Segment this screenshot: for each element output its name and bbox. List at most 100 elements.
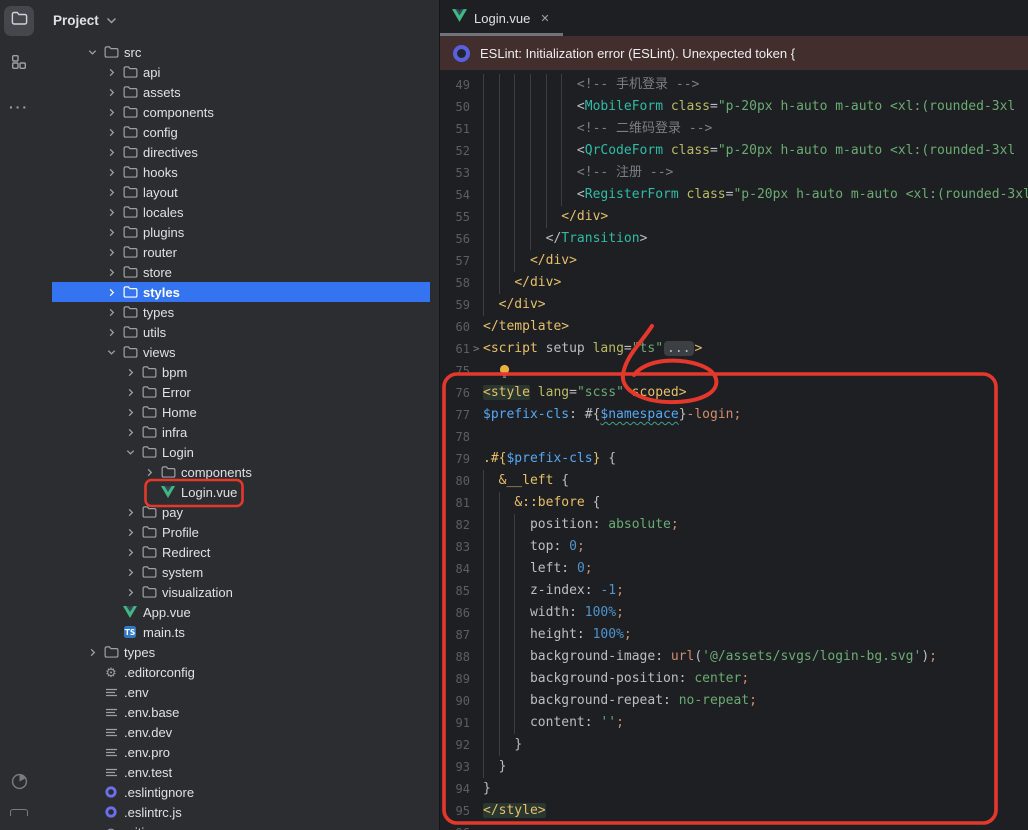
tree-item-components[interactable]: components	[38, 462, 439, 482]
tree-item-types[interactable]: types	[38, 642, 439, 662]
chevron-right-icon[interactable]	[103, 147, 120, 158]
chevron-right-icon[interactable]	[103, 247, 120, 258]
chevron-right-icon[interactable]	[141, 467, 158, 478]
chevron-right-icon[interactable]	[103, 327, 120, 338]
line-number[interactable]: 78	[440, 426, 470, 448]
tree-item-.env.base[interactable]: .env.base	[38, 702, 439, 722]
chevron-right-icon[interactable]	[103, 267, 120, 278]
partial-tool-icon[interactable]	[10, 809, 28, 816]
profiler-pie-button[interactable]	[4, 769, 34, 799]
tree-item-redirect[interactable]: Redirect	[38, 542, 439, 562]
code-line-56[interactable]: 56 </Transition>	[440, 228, 1028, 250]
chevron-down-icon[interactable]	[122, 447, 139, 458]
structure-tool-button[interactable]	[4, 49, 34, 79]
chevron-right-icon[interactable]	[103, 87, 120, 98]
code-line-49[interactable]: 49 <!-- 手机登录 -->	[440, 74, 1028, 96]
project-tool-button[interactable]	[4, 6, 34, 36]
code-line-54[interactable]: 54 <RegisterForm class="p-20px h-auto m-…	[440, 184, 1028, 206]
code-line-92[interactable]: 92 }	[440, 734, 1028, 756]
code-area[interactable]: 49 <!-- 手机登录 -->50 <MobileForm class="p-…	[440, 70, 1028, 830]
tree-item-.env.dev[interactable]: .env.dev	[38, 722, 439, 742]
tree-item-locales[interactable]: locales	[38, 202, 439, 222]
chevron-right-icon[interactable]	[103, 127, 120, 138]
code-line-52[interactable]: 52 <QrCodeForm class="p-20px h-auto m-au…	[440, 140, 1028, 162]
tree-item-.env[interactable]: .env	[38, 682, 439, 702]
tree-item-bpm[interactable]: bpm	[38, 362, 439, 382]
chevron-right-icon[interactable]	[122, 587, 139, 598]
code-line-78[interactable]: 78	[440, 426, 1028, 448]
tree-item-login.vue[interactable]: Login.vue	[38, 482, 439, 502]
code-line-82[interactable]: 82 position: absolute;	[440, 514, 1028, 536]
code-line-96[interactable]: 96	[440, 822, 1028, 830]
code-line-61[interactable]: 61><script setup lang="ts"...>	[440, 338, 1028, 360]
code-line-86[interactable]: 86 width: 100%;	[440, 602, 1028, 624]
chevron-right-icon[interactable]	[103, 287, 120, 298]
tree-item-.editorconfig[interactable]: ⚙.editorconfig	[38, 662, 439, 682]
code-line-79[interactable]: 79.#{$prefix-cls} {	[440, 448, 1028, 470]
code-line-57[interactable]: 57 </div>	[440, 250, 1028, 272]
chevron-right-icon[interactable]	[122, 507, 139, 518]
code-line-89[interactable]: 89 background-position: center;	[440, 668, 1028, 690]
code-line-93[interactable]: 93 }	[440, 756, 1028, 778]
tree-item-.eslintrc.js[interactable]: .eslintrc.js	[38, 802, 439, 822]
more-tools-button[interactable]: ···	[4, 92, 34, 122]
chevron-right-icon[interactable]	[84, 647, 101, 658]
tree-item-system[interactable]: system	[38, 562, 439, 582]
tree-item-visualization[interactable]: visualization	[38, 582, 439, 602]
chevron-right-icon[interactable]	[122, 407, 139, 418]
tree-item-.gitignore[interactable]: ⊘.gitignore	[38, 822, 439, 830]
chevron-right-icon[interactable]	[122, 367, 139, 378]
code-line-51[interactable]: 51 <!-- 二维码登录 -->	[440, 118, 1028, 140]
chevron-right-icon[interactable]	[122, 567, 139, 578]
line-number[interactable]: 75	[440, 360, 470, 382]
chevron-right-icon[interactable]	[103, 107, 120, 118]
chevron-right-icon[interactable]	[103, 207, 120, 218]
chevron-right-icon[interactable]	[103, 187, 120, 198]
tree-item-router[interactable]: router	[38, 242, 439, 262]
chevron-right-icon[interactable]	[122, 547, 139, 558]
code-line-53[interactable]: 53 <!-- 注册 -->	[440, 162, 1028, 184]
tree-item-.env.pro[interactable]: .env.pro	[38, 742, 439, 762]
chevron-right-icon[interactable]	[103, 307, 120, 318]
chevron-right-icon[interactable]	[122, 527, 139, 538]
line-number[interactable]: 96	[440, 822, 470, 830]
chevron-right-icon[interactable]	[103, 67, 120, 78]
chevron-right-icon[interactable]	[122, 387, 139, 398]
code-line-95[interactable]: 95</style>	[440, 800, 1028, 822]
project-panel-header[interactable]: Project	[38, 0, 439, 40]
code-line-88[interactable]: 88 background-image: url('@/assets/svgs/…	[440, 646, 1028, 668]
tree-item-assets[interactable]: assets	[38, 82, 439, 102]
tree-item-hooks[interactable]: hooks	[38, 162, 439, 182]
tree-item-directives[interactable]: directives	[38, 142, 439, 162]
code-line-55[interactable]: 55 </div>	[440, 206, 1028, 228]
code-line-80[interactable]: 80 &__left {	[440, 470, 1028, 492]
chevron-right-icon[interactable]	[103, 227, 120, 238]
tree-item-src[interactable]: src	[38, 42, 439, 62]
tree-item-infra[interactable]: infra	[38, 422, 439, 442]
code-line-91[interactable]: 91 content: '';	[440, 712, 1028, 734]
tree-item-main.ts[interactable]: TSmain.ts	[38, 622, 439, 642]
code-line-90[interactable]: 90 background-repeat: no-repeat;	[440, 690, 1028, 712]
tree-item-.eslintignore[interactable]: .eslintignore	[38, 782, 439, 802]
tree-item-api[interactable]: api	[38, 62, 439, 82]
code-line-87[interactable]: 87 height: 100%;	[440, 624, 1028, 646]
tree-item-pay[interactable]: pay	[38, 502, 439, 522]
chevron-down-icon[interactable]	[84, 47, 101, 58]
code-line-83[interactable]: 83 top: 0;	[440, 536, 1028, 558]
tree-item-app.vue[interactable]: App.vue	[38, 602, 439, 622]
tree-item-types[interactable]: types	[38, 302, 439, 322]
tree-item-store[interactable]: store	[38, 262, 439, 282]
code-line-50[interactable]: 50 <MobileForm class="p-20px h-auto m-au…	[440, 96, 1028, 118]
code-line-85[interactable]: 85 z-index: -1;	[440, 580, 1028, 602]
tab-login-vue[interactable]: Login.vue ✕	[440, 0, 563, 36]
tree-item-profile[interactable]: Profile	[38, 522, 439, 542]
code-line-75[interactable]: 75	[440, 360, 1028, 382]
code-line-58[interactable]: 58 </div>	[440, 272, 1028, 294]
code-line-76[interactable]: 76<style lang="scss" scoped>	[440, 382, 1028, 404]
tree-item-styles[interactable]: styles	[38, 282, 439, 302]
tree-item-error[interactable]: Error	[38, 382, 439, 402]
tree-item-login[interactable]: Login	[38, 442, 439, 462]
chevron-down-icon[interactable]	[103, 347, 120, 358]
code-line-59[interactable]: 59 </div>	[440, 294, 1028, 316]
tree-item-views[interactable]: views	[38, 342, 439, 362]
